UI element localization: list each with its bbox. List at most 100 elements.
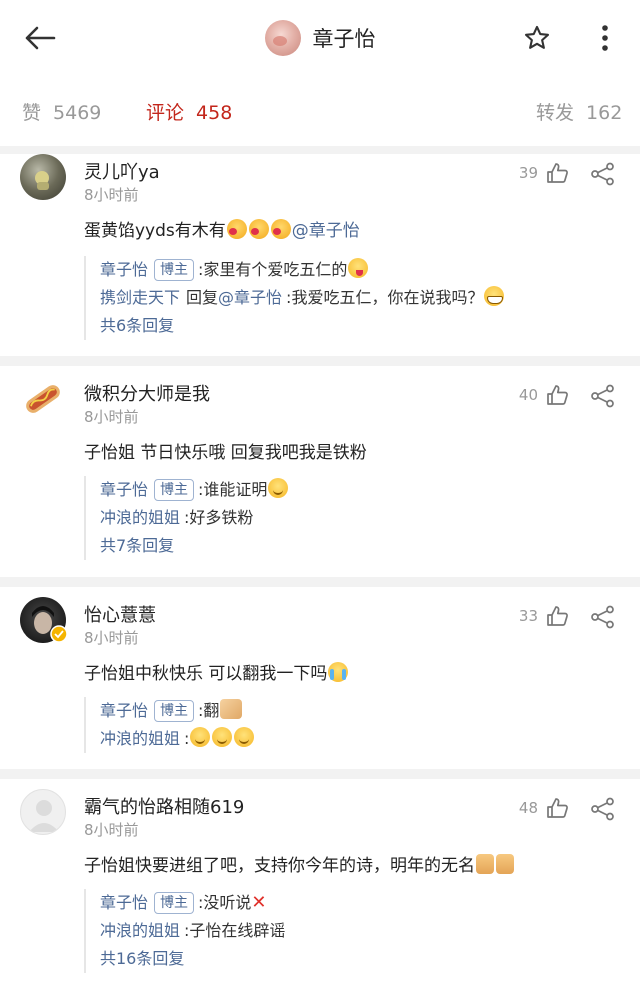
- reply-author[interactable]: 章子怡: [100, 701, 148, 720]
- reposts-count: 162: [586, 102, 623, 124]
- kiss-emoji-icon: [226, 219, 247, 239]
- verified-badge-icon: [50, 625, 68, 643]
- smile-emoji-icon: [212, 727, 233, 747]
- comment-item: 灵儿吖ya 8小时前 39 蛋黄馅yyds有木有 @章子怡 章子怡 博主:家里有个爱…: [0, 154, 640, 354]
- thumbs-up-icon[interactable]: [546, 797, 570, 819]
- like-count: 40: [518, 386, 538, 404]
- username[interactable]: 霸气的怡路相随619: [84, 793, 244, 819]
- comment-text: 子怡姐快要进组了吧，支持你今年的诗，明年的无名: [84, 851, 515, 876]
- reply-list: 章子怡 博主:家里有个爱吃五仁的 携剑走天下 回复@章子怡:我爱吃五仁，你在说我吗？…: [84, 256, 640, 340]
- thumbs-up-emoji-icon: [496, 854, 514, 874]
- tab-likes[interactable]: 赞 5469: [22, 98, 101, 125]
- page-title: 章子怡: [312, 27, 376, 51]
- reply-author[interactable]: 章子怡: [100, 260, 148, 279]
- thumbs-up-icon[interactable]: [546, 605, 570, 627]
- reply-author[interactable]: 冲浪的姐姐: [100, 508, 180, 527]
- like-count: 48: [518, 799, 538, 817]
- author-badge: 博主: [154, 892, 195, 914]
- reply-item[interactable]: 冲浪的姐姐:好多铁粉: [100, 504, 640, 532]
- reply-item[interactable]: 章子怡 博主:谁能证明: [100, 476, 640, 504]
- username[interactable]: 微积分大师是我: [84, 380, 210, 406]
- thumbs-up-emoji-icon: [476, 854, 494, 874]
- reply-item[interactable]: 章子怡 博主:家里有个爱吃五仁的: [100, 256, 640, 284]
- grin-emoji-icon: [484, 286, 505, 306]
- reply-item[interactable]: 章子怡 博主:没听说✕: [100, 889, 640, 917]
- view-more-replies-link[interactable]: 共16条回复: [100, 945, 640, 973]
- reply-item[interactable]: 冲浪的姐姐:子怡在线辟谣: [100, 917, 640, 945]
- reposts-label: 转发: [536, 102, 575, 124]
- smile-emoji-icon: [268, 478, 289, 498]
- reply-text: 翻: [203, 701, 220, 720]
- more-vertical-icon: [602, 25, 608, 51]
- comment-item: 霸气的怡路相随619 8小时前 48 子怡姐快要进组了吧，支持你今年的诗，明年的…: [0, 789, 640, 984]
- reply-author[interactable]: 章子怡: [100, 480, 148, 499]
- reply-author[interactable]: 冲浪的姐姐: [100, 921, 180, 940]
- reply-text: 家里有个爱吃五仁的: [203, 260, 348, 279]
- comment-item: 微积分大师是我 8小时前 40 子怡姐 节日快乐哦 回复我吧我是铁粉 章子怡 博主…: [0, 376, 640, 566]
- more-options-button[interactable]: [590, 20, 620, 56]
- comment-text: 子怡姐中秋快乐 可以翻我一下吗: [84, 659, 349, 684]
- likes-label: 赞: [22, 102, 42, 124]
- thumbs-up-icon[interactable]: [546, 162, 570, 184]
- tab-reposts[interactable]: 转发 162: [536, 98, 622, 125]
- reply-author[interactable]: 携剑走天下: [100, 288, 180, 307]
- reply-author[interactable]: 冲浪的姐姐: [100, 729, 180, 748]
- smile-emoji-icon: [190, 727, 211, 747]
- reply-item[interactable]: 章子怡 博主:翻: [100, 697, 640, 725]
- like-count: 33: [518, 607, 538, 625]
- avatar[interactable]: [20, 376, 66, 422]
- star-icon: [524, 25, 550, 49]
- timestamp: 8小时前: [84, 408, 139, 426]
- kiss-emoji-icon: [248, 219, 269, 239]
- crying-emoji-icon: [328, 662, 349, 682]
- stats-tabs: 赞 5469 评论 458 转发 162: [0, 76, 640, 146]
- share-icon[interactable]: [590, 797, 616, 821]
- kiss-emoji-icon: [270, 219, 291, 239]
- share-icon[interactable]: [590, 605, 616, 629]
- view-more-replies-link[interactable]: 共7条回复: [100, 532, 640, 560]
- section-divider: [0, 356, 640, 366]
- reply-text: 没听说: [203, 893, 252, 912]
- share-icon[interactable]: [590, 384, 616, 408]
- reply-text: 子怡在线辟谣: [189, 921, 286, 940]
- reply-item[interactable]: 携剑走天下 回复@章子怡:我爱吃五仁，你在说我吗？: [100, 284, 640, 312]
- reply-item[interactable]: 冲浪的姐姐:: [100, 725, 640, 753]
- reply-author[interactable]: 章子怡: [100, 893, 148, 912]
- share-icon[interactable]: [590, 162, 616, 186]
- comments-count: 458: [196, 102, 233, 124]
- username[interactable]: 怡心薏薏: [84, 601, 156, 627]
- author-badge: 博主: [154, 700, 195, 722]
- author-badge: 博主: [154, 259, 195, 281]
- mention-link[interactable]: @章子怡: [292, 221, 360, 241]
- section-divider: [0, 146, 640, 154]
- smile-emoji-icon: [234, 727, 255, 747]
- comment-item: 怡心薏薏 8小时前 33 子怡姐中秋快乐 可以翻我一下吗 章子怡 博主:翻 冲浪的…: [0, 597, 640, 767]
- avatar[interactable]: [20, 154, 66, 200]
- reply-list: 章子怡 博主:翻 冲浪的姐姐:: [84, 697, 640, 753]
- reply-text: 我爱吃五仁，你在说我吗？: [291, 288, 484, 307]
- timestamp: 8小时前: [84, 186, 139, 204]
- reply-list: 章子怡 博主:没听说✕ 冲浪的姐姐:子怡在线辟谣 共16条回复: [84, 889, 640, 973]
- reply-text: 谁能证明: [203, 480, 268, 499]
- timestamp: 8小时前: [84, 629, 139, 647]
- avatar[interactable]: [20, 789, 66, 835]
- top-bar: 章子怡: [0, 0, 640, 76]
- like-count: 39: [518, 164, 538, 182]
- thumbs-up-icon[interactable]: [546, 384, 570, 406]
- hands-emoji-icon: [220, 699, 243, 719]
- tab-comments[interactable]: 评论 458: [146, 98, 232, 125]
- section-divider: [0, 577, 640, 587]
- view-more-replies-link[interactable]: 共6条回复: [100, 312, 640, 340]
- comment-text: 子怡姐 节日快乐哦 回复我吧我是铁粉: [84, 443, 367, 463]
- timestamp: 8小时前: [84, 821, 139, 839]
- section-divider: [0, 769, 640, 779]
- mention-link[interactable]: @章子怡: [218, 288, 282, 307]
- favorite-button[interactable]: [518, 20, 556, 56]
- reply-list: 章子怡 博主:谁能证明 冲浪的姐姐:好多铁粉 共7条回复: [84, 476, 640, 560]
- avatar: [264, 20, 301, 56]
- cross-mark-icon: ✕: [251, 892, 267, 913]
- username[interactable]: 灵儿吖ya: [84, 158, 160, 184]
- comment-text: 蛋黄馅yyds有木有 @章子怡: [84, 219, 360, 241]
- reply-text: 好多铁粉: [189, 508, 254, 527]
- author-badge: 博主: [154, 479, 195, 501]
